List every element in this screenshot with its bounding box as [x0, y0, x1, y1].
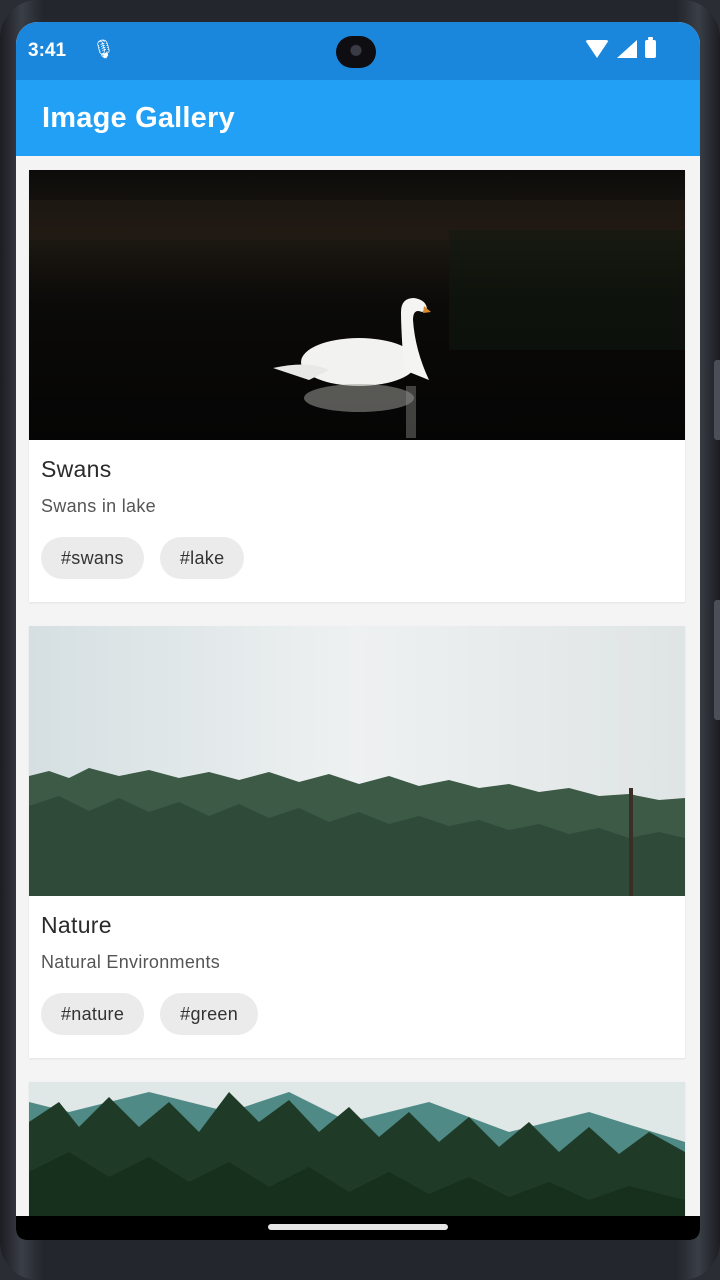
power-button: [714, 600, 720, 720]
card-subtitle: Swans in lake: [41, 496, 156, 516]
tag-chip[interactable]: #nature: [41, 993, 145, 1035]
nature-image[interactable]: [29, 626, 685, 896]
tag-list: #nature #green: [41, 993, 259, 1035]
status-bar: 3:41 🎙: [16, 22, 700, 80]
mic-icon: 🎙: [92, 39, 115, 59]
swan-image[interactable]: [29, 170, 685, 440]
card-title: Nature: [41, 912, 112, 938]
battery-icon: [645, 37, 656, 58]
gallery-list[interactable]: Swans Swans in lake #swans #lake Nature …: [16, 156, 700, 1216]
status-time: 3:41: [28, 40, 67, 61]
status-icons: [585, 37, 656, 58]
volume-button: [714, 360, 720, 440]
wifi-icon: [585, 40, 609, 58]
tag-chip[interactable]: #green: [160, 993, 259, 1035]
card-title: Swans: [41, 456, 112, 482]
navigation-bar: [16, 1216, 700, 1240]
screen: 3:41 🎙 Image Gallery Swans Swans in lake…: [16, 22, 700, 1240]
gallery-card-nature[interactable]: Nature Natural Environments #nature #gre…: [29, 626, 685, 1058]
tag-list: #swans #lake: [41, 537, 245, 579]
signal-icon: [617, 40, 637, 58]
gallery-card-forest[interactable]: [29, 1082, 685, 1216]
gallery-card-swans[interactable]: Swans Swans in lake #swans #lake: [29, 170, 685, 602]
forest-image[interactable]: [29, 1082, 685, 1216]
app-bar: Image Gallery: [16, 80, 700, 156]
tag-chip[interactable]: #swans: [41, 537, 144, 579]
page-title: Image Gallery: [42, 102, 235, 134]
home-indicator[interactable]: [268, 1224, 448, 1230]
front-camera: [336, 36, 376, 68]
card-subtitle: Natural Environments: [41, 952, 221, 972]
tag-chip[interactable]: #lake: [159, 537, 245, 579]
device-frame: 3:41 🎙 Image Gallery Swans Swans in lake…: [0, 0, 720, 1280]
